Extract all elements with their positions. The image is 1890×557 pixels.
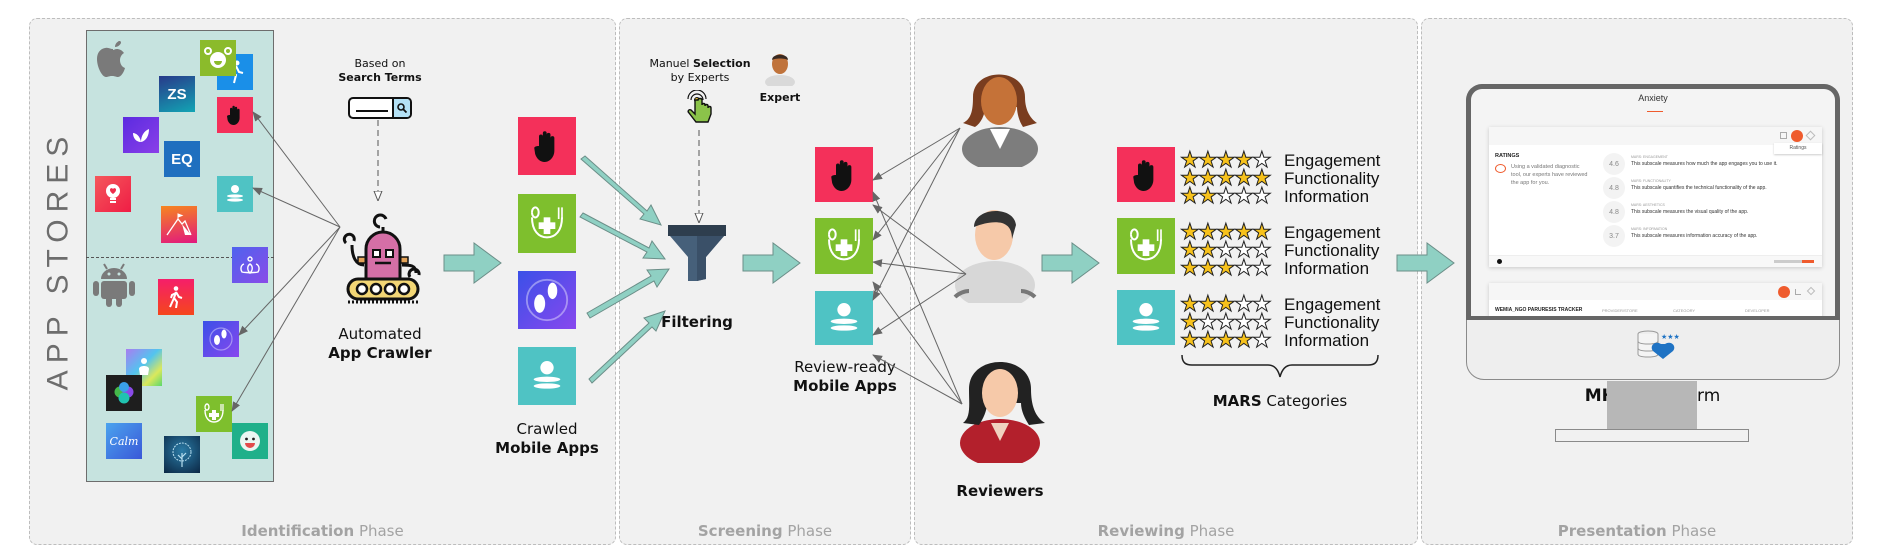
crawler-arrow-2 — [252, 187, 341, 228]
flow-arrow-presentation — [1396, 242, 1455, 284]
reviewer-arrows — [872, 127, 967, 405]
crawled-arrow-3 — [586, 268, 670, 319]
connector-overlay — [231, 111, 1455, 412]
flow-arrow-reviewers — [1041, 242, 1100, 284]
crawler-to-store-arrows — [231, 111, 341, 412]
flow-arrows — [443, 242, 1455, 284]
flow-arrow-crawler — [443, 242, 502, 284]
flow-arrow-filter — [742, 242, 801, 284]
crawled-arrow-4 — [588, 310, 666, 384]
crawled-arrow-1 — [580, 155, 662, 226]
crawler-arrow-4 — [231, 226, 341, 412]
crawled-to-filter-arrows — [579, 155, 670, 384]
crawler-arrow-1 — [252, 111, 341, 228]
crawler-arrow-3 — [238, 226, 341, 336]
